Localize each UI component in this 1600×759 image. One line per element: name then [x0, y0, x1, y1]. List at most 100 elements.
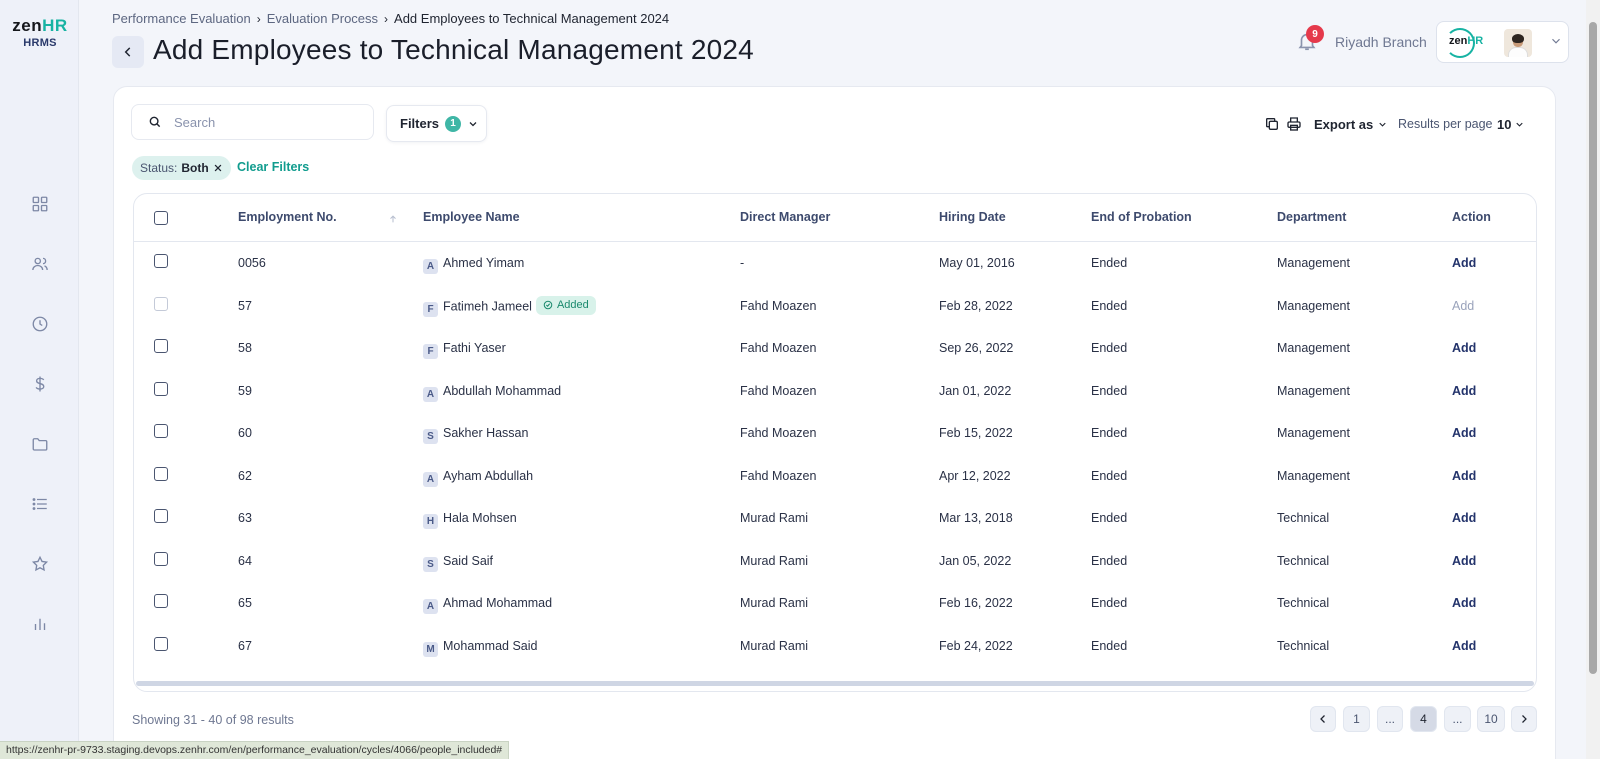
clock-icon[interactable] — [29, 313, 51, 335]
branch-name[interactable]: Riyadh Branch — [1335, 34, 1427, 50]
end-of-probation-cell: Ended — [1091, 426, 1128, 440]
employee-initial-avatar: A — [423, 599, 438, 614]
back-button[interactable] — [112, 36, 144, 68]
sidebar: zenHR HRMS — [0, 0, 79, 759]
employee-name-cell: A Abdullah Mohammad — [423, 384, 561, 402]
search-input[interactable] — [174, 114, 354, 130]
results-per-page-value: 10 — [1497, 117, 1512, 132]
end-of-probation-cell: Ended — [1091, 256, 1128, 270]
sort-arrow-up-icon[interactable] — [388, 214, 398, 224]
employee-name-cell: S Said Saif — [423, 554, 493, 572]
row-checkbox[interactable] — [154, 551, 168, 566]
add-employee-button[interactable]: Add — [1452, 639, 1476, 653]
employee-initial-avatar: A — [423, 259, 438, 274]
employee-name[interactable]: Sakher Hassan — [443, 426, 528, 440]
employee-name[interactable]: Hala Mohsen — [443, 511, 517, 525]
copy-icon[interactable] — [1264, 116, 1280, 132]
add-employee-button[interactable]: Add — [1452, 511, 1476, 525]
page-last-button[interactable]: 10 — [1477, 706, 1505, 732]
clear-filters-link[interactable]: Clear Filters — [237, 160, 309, 174]
results-per-page-select[interactable]: 10 — [1497, 117, 1525, 132]
row-checkbox[interactable] — [154, 466, 168, 481]
row-checkbox[interactable] — [154, 594, 168, 608]
employee-name[interactable]: Ahmad Mohammad — [443, 596, 552, 610]
department-cell: Management — [1277, 341, 1350, 355]
add-employee-button: Add — [1452, 298, 1475, 313]
department-cell: Management — [1277, 426, 1350, 440]
add-employee-button[interactable]: Add — [1452, 469, 1476, 483]
chevron-down-icon — [1516, 122, 1524, 127]
user-avatar — [1504, 29, 1532, 57]
people-icon[interactable] — [29, 253, 51, 275]
hiring-date-cell: Sep 26, 2022 — [939, 341, 1014, 355]
next-page-button[interactable] — [1511, 706, 1537, 732]
prev-page-button[interactable] — [1310, 706, 1336, 732]
row-checkbox[interactable] — [154, 339, 168, 353]
add-employee-button[interactable]: Add — [1452, 554, 1476, 568]
direct-manager-cell: Murad Rami — [740, 553, 809, 568]
folder-icon[interactable] — [29, 433, 51, 455]
department-cell: Technical — [1277, 553, 1330, 568]
export-dropdown[interactable]: Export as — [1314, 117, 1388, 132]
direct-manager-cell: Fahd Moazen — [740, 468, 817, 483]
search-box[interactable] — [131, 104, 374, 140]
scrollbar-thumb[interactable] — [1589, 22, 1597, 674]
logo-wordmark: zenHR — [12, 16, 68, 35]
row-checkbox[interactable] — [154, 254, 168, 268]
column-employment-no[interactable]: Employment No. — [238, 210, 337, 224]
employee-name[interactable]: Fatimeh Jameel — [443, 299, 532, 313]
app-logo[interactable]: zenHR HRMS — [10, 16, 70, 49]
breadcrumb-item-evaluation[interactable]: Evaluation Process — [267, 11, 378, 26]
end-of-probation-cell: Ended — [1091, 553, 1128, 568]
row-checkbox[interactable] — [154, 381, 168, 396]
add-employee-button[interactable]: Add — [1452, 596, 1476, 610]
row-checkbox[interactable] — [154, 636, 168, 651]
employee-name[interactable]: Fathi Yaser — [443, 341, 506, 355]
page-current-button[interactable]: 4 — [1410, 706, 1437, 732]
chevron-right-icon: › — [384, 11, 389, 26]
breadcrumb: Performance Evaluation › Evaluation Proc… — [112, 11, 669, 26]
dollar-icon[interactable] — [29, 373, 51, 395]
table-header: Employment No. Employee Name Direct Mana… — [134, 194, 1536, 242]
select-all-checkbox[interactable] — [154, 211, 168, 225]
dashboard-icon[interactable] — [29, 193, 51, 215]
add-employee-button[interactable]: Add — [1452, 426, 1476, 440]
employee-name-cell: F Fathi Yaser — [423, 341, 506, 359]
close-icon[interactable] — [213, 163, 223, 173]
employee-name[interactable]: Abdullah Mohammad — [443, 384, 561, 398]
department-cell: Management — [1277, 383, 1350, 398]
breadcrumb-item-performance[interactable]: Performance Evaluation — [112, 11, 251, 26]
add-employee-button[interactable]: Add — [1452, 384, 1476, 398]
direct-manager-cell: Fahd Moazen — [740, 383, 817, 398]
employee-initial-avatar: S — [423, 429, 438, 444]
employment-no-cell: 57 — [238, 298, 252, 313]
account-switcher[interactable]: zenHR — [1436, 21, 1569, 63]
add-employee-button[interactable]: Add — [1452, 341, 1476, 355]
results-summary: Showing 31 - 40 of 98 results — [132, 713, 294, 727]
row-checkbox[interactable] — [154, 509, 168, 523]
employee-name[interactable]: Ayham Abdullah — [443, 469, 533, 483]
bar-chart-icon[interactable] — [29, 613, 51, 635]
results-per-page-label: Results per page — [1398, 117, 1493, 131]
employee-name[interactable]: Ahmed Yimam — [443, 256, 524, 270]
list-icon[interactable] — [29, 493, 51, 515]
table-row: 59 A Abdullah Mohammad Fahd Moazen Jan 01, 2… — [134, 370, 1536, 412]
employee-name[interactable]: Said Saif — [443, 554, 493, 568]
page-1-button[interactable]: 1 — [1343, 706, 1370, 732]
filters-button[interactable]: Filters 1 — [386, 105, 487, 142]
employee-name[interactable]: Mohammad Said — [443, 639, 538, 653]
employment-no-cell: 65 — [238, 596, 252, 610]
row-checkbox[interactable] — [154, 424, 168, 438]
employee-name-cell: A Ahmed Yimam — [423, 256, 524, 274]
employment-no-cell: 58 — [238, 341, 252, 355]
add-employee-button[interactable]: Add — [1452, 256, 1476, 270]
end-of-probation-cell: Ended — [1091, 383, 1128, 398]
star-icon[interactable] — [29, 553, 51, 575]
page-ellipsis: ... — [1377, 706, 1403, 732]
vertical-scrollbar[interactable] — [1586, 0, 1600, 759]
table-row: 65 A Ahmad Mohammad Murad Rami Feb 16, 2022 E… — [134, 582, 1536, 624]
chevron-down-icon — [1379, 122, 1386, 127]
print-icon[interactable] — [1286, 116, 1302, 132]
horizontal-scrollbar[interactable] — [136, 681, 1534, 686]
end-of-probation-cell: Ended — [1091, 341, 1128, 355]
